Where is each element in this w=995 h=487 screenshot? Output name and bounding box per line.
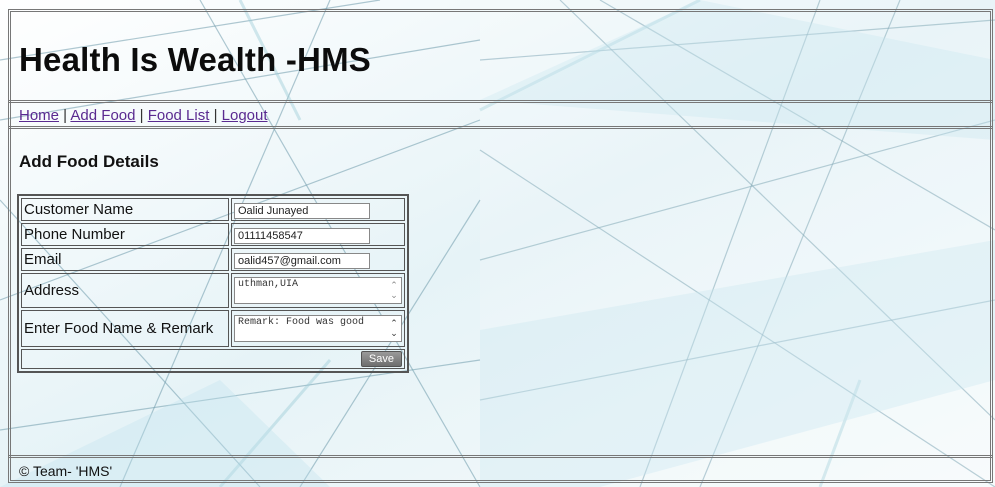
form-row: Customer Name: [21, 198, 405, 221]
food-remark-textarea[interactable]: Remark: Food was good: [234, 315, 402, 342]
nav-bar: Home | Add Food | Food List | Logout: [19, 107, 268, 124]
save-cell: Save: [21, 349, 405, 369]
form-row: Enter Food Name & Remark Remark: Food wa…: [21, 310, 405, 347]
nav-logout-link[interactable]: Logout: [222, 107, 268, 124]
add-food-form: Customer Name Phone Number Email Address…: [17, 194, 409, 373]
save-button[interactable]: Save: [360, 351, 402, 367]
header-divider: [8, 100, 993, 103]
address-textarea[interactable]: uthman,UIA: [234, 277, 402, 304]
customer-name-cell: [231, 198, 405, 221]
nav-separator: |: [135, 107, 148, 124]
address-cell: uthman,UIA ⌃ ⌄: [231, 273, 405, 308]
footer-text: © Team- 'HMS': [19, 463, 113, 479]
phone-number-cell: [231, 223, 405, 246]
form-row: Save: [21, 349, 405, 369]
scroll-arrows-icon[interactable]: ⌃ ⌄: [388, 318, 400, 338]
page-title: Health Is Wealth -HMS: [19, 41, 371, 78]
address-textarea-wrapper: uthman,UIA ⌃ ⌄: [234, 277, 402, 304]
phone-number-input[interactable]: [234, 227, 370, 244]
customer-name-label: Customer Name: [21, 198, 229, 221]
nav-divider: [8, 126, 993, 129]
nav-separator: |: [209, 107, 222, 124]
phone-number-label: Phone Number: [21, 223, 229, 246]
food-remark-cell: Remark: Food was good ⌃ ⌄: [231, 310, 405, 347]
email-input[interactable]: [234, 252, 370, 269]
nav-home-link[interactable]: Home: [19, 107, 59, 124]
page: Health Is Wealth -HMS Home | Add Food | …: [0, 0, 995, 487]
form-row: Email: [21, 248, 405, 271]
nav-add-food-link[interactable]: Add Food: [70, 107, 135, 124]
scroll-arrows-icon[interactable]: ⌃ ⌄: [388, 280, 400, 300]
nav-food-list-link[interactable]: Food List: [148, 107, 210, 124]
email-label: Email: [21, 248, 229, 271]
nav-separator: |: [59, 107, 71, 124]
food-remark-label: Enter Food Name & Remark: [21, 310, 229, 347]
form-row: Address uthman,UIA ⌃ ⌄: [21, 273, 405, 308]
section-title: Add Food Details: [19, 152, 159, 171]
address-label: Address: [21, 273, 229, 308]
form-row: Phone Number: [21, 223, 405, 246]
footer-divider: [8, 455, 993, 458]
email-cell: [231, 248, 405, 271]
food-remark-textarea-wrapper: Remark: Food was good ⌃ ⌄: [234, 315, 402, 342]
customer-name-input[interactable]: [234, 202, 370, 219]
